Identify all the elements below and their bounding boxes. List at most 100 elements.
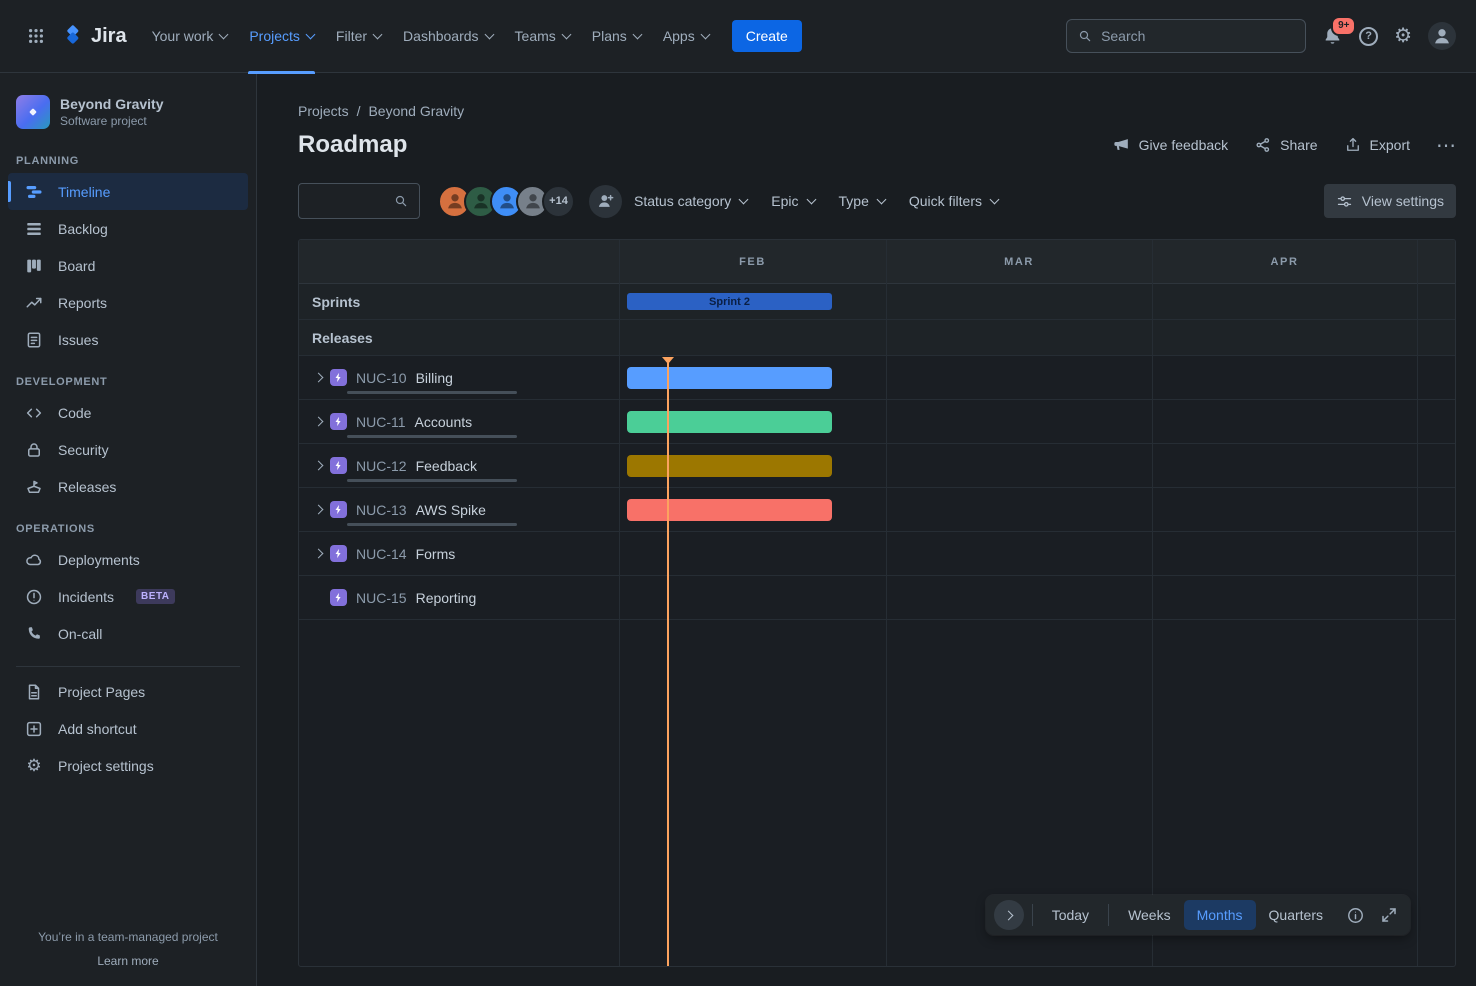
sidebar-item-label: Add shortcut	[58, 721, 137, 737]
sidebar-item-timeline[interactable]: Timeline	[8, 173, 248, 210]
epic-row-nuc-12[interactable]: NUC-12 Feedback	[299, 444, 1455, 488]
sidebar-item-security[interactable]: Security	[8, 431, 248, 468]
epic-name: Accounts	[415, 414, 473, 430]
nav-item-dashboards[interactable]: Dashboards	[392, 0, 504, 73]
settings-button[interactable]: ⚙	[1394, 26, 1412, 46]
nav-item-teams[interactable]: Teams	[504, 0, 581, 73]
epic-bar[interactable]	[627, 411, 832, 433]
zoom-option-quarters[interactable]: Quarters	[1256, 900, 1336, 930]
filter-epic[interactable]: Epic	[759, 183, 826, 219]
search-icon	[393, 193, 409, 209]
sidebar-item-reports[interactable]: Reports	[8, 284, 248, 321]
help-button[interactable]: ?	[1359, 27, 1378, 46]
chevron-down-icon	[739, 194, 749, 204]
beta-badge: BETA	[136, 589, 174, 604]
export-button[interactable]: Export	[1344, 136, 1410, 154]
sidebar-item-issues[interactable]: Issues	[8, 321, 248, 358]
sidebar-item-label: Backlog	[58, 221, 108, 237]
breadcrumb-project-name[interactable]: Beyond Gravity	[368, 103, 464, 119]
epic-row-nuc-11[interactable]: NUC-11 Accounts	[299, 400, 1455, 444]
sidebar-item-on-call[interactable]: On-call	[8, 615, 248, 652]
epic-row-nuc-14[interactable]: NUC-14 Forms	[299, 532, 1455, 576]
sidebar-item-incidents[interactable]: Incidents BETA	[8, 578, 248, 615]
filter-type[interactable]: Type	[827, 183, 897, 219]
nav-item-projects[interactable]: Projects	[238, 0, 325, 73]
releases-row: Releases	[299, 320, 1455, 356]
zoom-option-weeks[interactable]: Weeks	[1115, 900, 1184, 930]
epic-bar[interactable]	[627, 367, 832, 389]
app-switcher-button[interactable]	[20, 20, 52, 52]
sprint-bar[interactable]: Sprint 2	[627, 293, 832, 310]
section-title-planning: PLANNING	[0, 137, 256, 173]
jira-logo-icon	[62, 25, 84, 47]
info-icon[interactable]	[1340, 900, 1370, 930]
sidebar-item-label: Timeline	[58, 184, 110, 200]
document-icon	[24, 683, 44, 701]
page-actions: Give feedback Share Export ⋯	[1112, 133, 1456, 158]
epic-row-nuc-13[interactable]: NUC-13 AWS Spike	[299, 488, 1455, 532]
nav-item-apps[interactable]: Apps	[652, 0, 720, 73]
view-settings-button[interactable]: View settings	[1324, 184, 1456, 218]
notifications-button[interactable]: 9+	[1322, 26, 1343, 47]
question-icon: ?	[1365, 30, 1372, 42]
avatar-overflow-count[interactable]: +14	[542, 185, 575, 218]
sprints-row: Sprints Sprint 2	[299, 284, 1455, 320]
nav-item-filter[interactable]: Filter	[325, 0, 392, 73]
breadcrumb-projects[interactable]: Projects	[298, 103, 349, 119]
zoom-option-today[interactable]: Today	[1039, 900, 1102, 930]
share-button[interactable]: Share	[1254, 136, 1317, 154]
global-search[interactable]	[1066, 19, 1306, 53]
epic-progress	[347, 435, 517, 438]
epic-key: NUC-10	[356, 370, 407, 386]
learn-more-link[interactable]: Learn more	[8, 954, 248, 968]
jira-logo-text: Jira	[91, 25, 127, 48]
section-title-development: DEVELOPMENT	[0, 358, 256, 394]
sidebar-item-code[interactable]: Code	[8, 394, 248, 431]
expand-chevron-icon[interactable]	[307, 418, 329, 425]
sidebar-item-label: Board	[58, 258, 95, 274]
timeline-search-input[interactable]	[309, 193, 393, 209]
nav-item-plans[interactable]: Plans	[581, 0, 652, 73]
epic-bar[interactable]	[627, 499, 832, 521]
sidebar-item-project-settings[interactable]: ⚙ Project settings	[8, 747, 248, 784]
expand-chevron-icon[interactable]	[307, 506, 329, 513]
filter-quick-filters[interactable]: Quick filters	[897, 183, 1010, 219]
timeline-search[interactable]	[298, 183, 420, 219]
page-title: Roadmap	[298, 131, 407, 159]
epic-row-nuc-15[interactable]: NUC-15 Reporting	[299, 576, 1455, 620]
epic-key: NUC-14	[356, 546, 407, 562]
sidebar-item-board[interactable]: Board	[8, 247, 248, 284]
epic-bar[interactable]	[627, 455, 832, 477]
epic-name: Forms	[416, 546, 456, 562]
sidebar-item-deployments[interactable]: Deployments	[8, 541, 248, 578]
timeline-icon	[24, 183, 44, 201]
timeline-toolbar: +14 Status category Epic Type Quick filt…	[298, 183, 1456, 219]
ship-icon	[24, 478, 44, 496]
nav-item-your-work[interactable]: Your work	[141, 0, 239, 73]
fullscreen-icon[interactable]	[1374, 900, 1404, 930]
notification-badge: 9+	[1331, 16, 1356, 36]
sidebar-item-label: Deployments	[58, 552, 140, 568]
sidebar-item-project-pages[interactable]: Project Pages	[8, 673, 248, 710]
expand-chevron-icon[interactable]	[307, 462, 329, 469]
profile-avatar[interactable]	[1428, 22, 1456, 50]
sidebar-item-add-shortcut[interactable]: Add shortcut	[8, 710, 248, 747]
project-avatar	[16, 95, 50, 129]
epic-progress	[347, 391, 517, 394]
epic-row-nuc-10[interactable]: NUC-10 Billing	[299, 356, 1455, 400]
jira-logo[interactable]: Jira	[62, 25, 127, 48]
scroll-right-button[interactable]	[994, 900, 1024, 930]
project-header[interactable]: Beyond Gravity Software project	[0, 83, 256, 137]
zoom-option-months[interactable]: Months	[1184, 900, 1256, 930]
filter-status-category[interactable]: Status category	[622, 183, 759, 219]
project-name: Beyond Gravity	[60, 96, 163, 112]
more-actions-button[interactable]: ⋯	[1436, 133, 1456, 158]
expand-chevron-icon[interactable]	[307, 374, 329, 381]
expand-chevron-icon[interactable]	[307, 550, 329, 557]
sidebar-item-releases[interactable]: Releases	[8, 468, 248, 505]
create-button[interactable]: Create	[732, 20, 802, 52]
global-search-input[interactable]	[1101, 28, 1295, 44]
add-people-button[interactable]	[589, 185, 622, 218]
sidebar-item-backlog[interactable]: Backlog	[8, 210, 248, 247]
give-feedback-button[interactable]: Give feedback	[1112, 136, 1229, 155]
